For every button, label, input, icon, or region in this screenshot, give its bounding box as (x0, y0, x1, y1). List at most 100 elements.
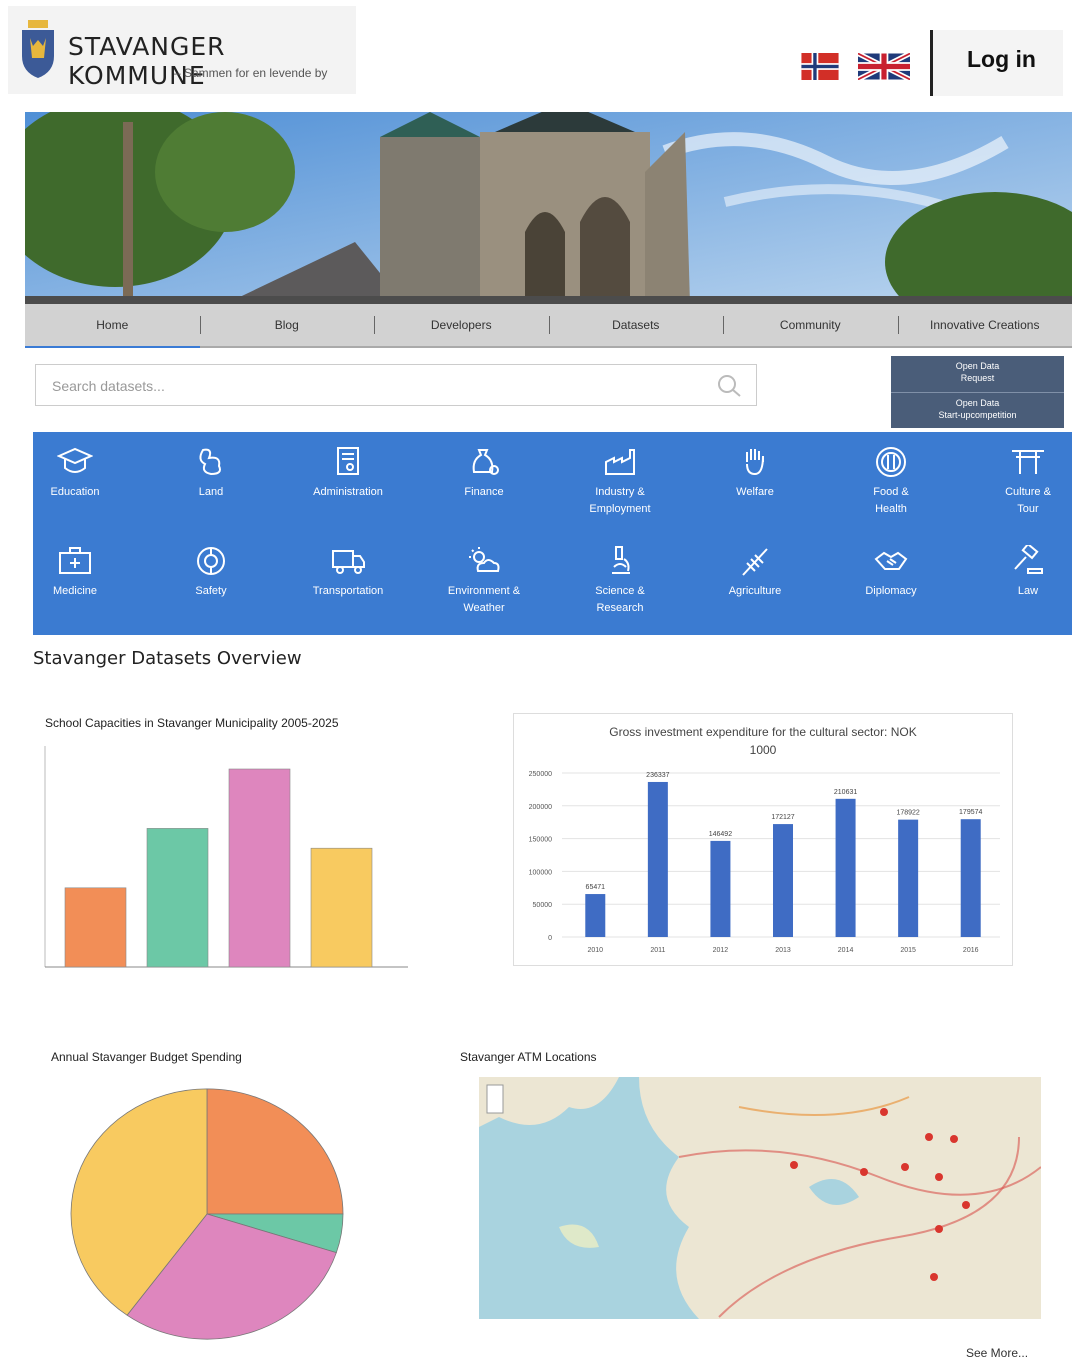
torii-gate-icon (1010, 446, 1046, 478)
category-land[interactable]: Land (151, 446, 271, 501)
investment-chart-panel: Gross investment expenditure for the cul… (513, 713, 1013, 966)
search-icon[interactable] (716, 374, 742, 398)
see-more-link[interactable]: See More... (966, 1346, 1028, 1360)
category-label: Finance (424, 484, 544, 501)
bar (65, 888, 126, 967)
data-label: 146492 (709, 831, 732, 838)
category-food-health[interactable]: Food & Health (831, 446, 951, 518)
investment-chart-title-line2: 1000 (750, 743, 777, 757)
category-label: Environment & (424, 583, 544, 600)
data-label: 236337 (646, 772, 669, 779)
logo[interactable]: STAVANGER KOMMUNE – Sammen for en levend… (8, 6, 356, 94)
school-capacity-chart (40, 740, 412, 972)
y-tick-label: 250000 (529, 771, 552, 778)
category-education[interactable]: Education (15, 446, 135, 501)
category-label: Welfare (695, 484, 815, 501)
category-safety[interactable]: Safety (151, 545, 271, 600)
data-label: 210631 (834, 789, 857, 796)
open-data-request-line2: Request (891, 372, 1064, 384)
bar (311, 848, 372, 967)
x-tick-label: 2011 (650, 947, 665, 954)
category-industry-employment[interactable]: Industry & Employment (560, 446, 680, 518)
land-icon (193, 446, 229, 478)
x-tick-label: 2013 (775, 947, 791, 954)
category-label: Culture & (968, 484, 1072, 501)
category-administration[interactable]: Administration (288, 446, 408, 501)
category-label: Science & (560, 583, 680, 600)
open-data-competition-button[interactable]: Open Data Start-upcompetition (891, 392, 1064, 428)
open-data-request-button[interactable]: Open Data Request (891, 356, 1064, 392)
data-label: 179574 (959, 809, 982, 816)
y-tick-label: 100000 (529, 869, 552, 876)
microscope-icon (602, 545, 638, 577)
plate-cutlery-icon (873, 446, 909, 478)
open-data-competition-line1: Open Data (891, 397, 1064, 409)
category-label: Diplomacy (831, 583, 951, 600)
nav-innovative-creations[interactable]: Innovative Creations (898, 304, 1072, 346)
nav-blog[interactable]: Blog (200, 304, 375, 346)
atm-map[interactable] (479, 1077, 1041, 1319)
overview-title: Stavanger Datasets Overview (33, 648, 302, 669)
certificate-icon (330, 446, 366, 478)
category-label: Medicine (15, 583, 135, 600)
category-agriculture[interactable]: Agriculture (695, 545, 815, 600)
hand-icon (737, 446, 773, 478)
bar (648, 782, 668, 937)
y-tick-label: 0 (548, 935, 552, 942)
category-environment-weather[interactable]: Environment & Weather (424, 545, 544, 617)
nav-developers[interactable]: Developers (374, 304, 549, 346)
category-culture-tour[interactable]: Culture & Tour (968, 446, 1072, 518)
category-welfare[interactable]: Welfare (695, 446, 815, 501)
handshake-icon (873, 545, 909, 577)
lifebuoy-icon (193, 545, 229, 577)
nav-datasets[interactable]: Datasets (549, 304, 724, 346)
open-data-request-line1: Open Data (891, 360, 1064, 372)
sun-cloud-icon (466, 545, 502, 577)
category-label-line2: Employment (560, 501, 680, 518)
open-data-panel: Open Data Request Open Data Start-upcomp… (891, 356, 1064, 428)
bar (710, 841, 730, 937)
main-nav: Home Blog Developers Datasets Community … (25, 304, 1072, 348)
category-label-line2: Research (560, 600, 680, 617)
category-label: Agriculture (695, 583, 815, 600)
bar (898, 820, 918, 937)
gavel-icon (1010, 545, 1046, 577)
truck-icon (330, 545, 366, 577)
norwegian-flag-icon[interactable] (794, 53, 846, 80)
search-bar (35, 364, 757, 406)
category-science-research[interactable]: Science & Research (560, 545, 680, 617)
data-label: 65471 (586, 884, 606, 891)
brand-name: STAVANGER KOMMUNE (68, 32, 356, 90)
x-tick-label: 2015 (900, 947, 916, 954)
category-label-line2: Weather (424, 600, 544, 617)
nav-community[interactable]: Community (723, 304, 898, 346)
map-title: Stavanger ATM Locations (460, 1050, 597, 1064)
category-finance[interactable]: Finance (424, 446, 544, 501)
investment-chart-title-line1: Gross investment expenditure for the cul… (609, 725, 916, 739)
investment-chart: Gross investment expenditure for the cul… (514, 714, 1012, 965)
school-chart-title: School Capacities in Stavanger Municipal… (45, 716, 339, 730)
category-grid: Education Land Administration Finance In… (33, 432, 1072, 635)
category-label: Industry & (560, 484, 680, 501)
bar (836, 799, 856, 937)
data-label: 178922 (896, 810, 919, 817)
category-label: Safety (151, 583, 271, 600)
bar (229, 769, 290, 967)
pie-slice (207, 1089, 343, 1214)
login-label: Log in (967, 46, 1036, 73)
medical-kit-icon (57, 545, 93, 577)
uk-flag-icon[interactable] (858, 53, 910, 80)
money-bag-icon (466, 446, 502, 478)
nav-home[interactable]: Home (25, 304, 200, 346)
category-label: Administration (288, 484, 408, 501)
category-law[interactable]: Law (968, 545, 1072, 600)
category-diplomacy[interactable]: Diplomacy (831, 545, 951, 600)
search-input[interactable] (50, 373, 694, 399)
x-tick-label: 2012 (713, 947, 729, 954)
x-tick-label: 2010 (587, 947, 603, 954)
login-button[interactable]: Log in (930, 30, 1063, 96)
coat-of-arms-icon (20, 18, 56, 80)
category-medicine[interactable]: Medicine (15, 545, 135, 600)
category-label: Land (151, 484, 271, 501)
category-transportation[interactable]: Transportation (288, 545, 408, 600)
